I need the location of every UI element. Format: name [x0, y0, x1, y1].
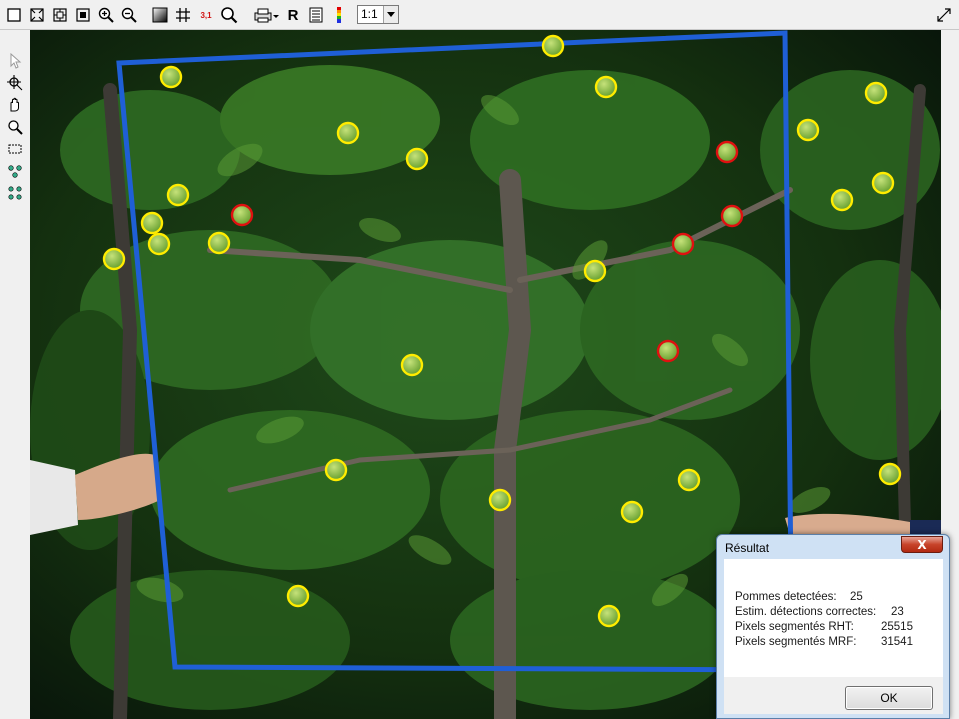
- result-row-mrf: Pixels segmentés MRF: 31541: [735, 636, 913, 648]
- apple-detection-correct: [871, 171, 895, 195]
- fit-page-icon[interactable]: [73, 5, 93, 25]
- apple-detection-correct: [583, 259, 607, 283]
- apple-detection-correct: [620, 500, 644, 524]
- result-label: Pommes detectées:: [735, 591, 837, 603]
- print-icon[interactable]: [252, 5, 280, 25]
- apple-detection-correct: [878, 462, 902, 486]
- pointer-icon[interactable]: [6, 52, 24, 70]
- multi-points-tool-icon[interactable]: [6, 184, 24, 202]
- apple-detection-correct: [166, 183, 190, 207]
- contrast-icon[interactable]: [150, 5, 170, 25]
- apple-detection-correct: [102, 247, 126, 271]
- apple-detection-correct: [488, 488, 512, 512]
- zoom-value: 1:1: [361, 7, 378, 21]
- apple-detection-correct: [677, 468, 701, 492]
- result-label: Estim. détections correctes:: [735, 606, 877, 618]
- zoom-select[interactable]: 1:1: [357, 5, 399, 24]
- toolbar: 3,1 R 1:1: [0, 0, 959, 30]
- grid-icon[interactable]: [173, 5, 193, 25]
- ok-button[interactable]: OK: [845, 686, 933, 710]
- apple-detection-correct: [147, 232, 171, 256]
- apple-detection-correct: [594, 75, 618, 99]
- zoom-out-icon[interactable]: [119, 5, 139, 25]
- close-button[interactable]: X: [901, 536, 943, 553]
- fit-to-window-icon[interactable]: [27, 5, 47, 25]
- result-label: Pixels segmentés RHT:: [735, 621, 854, 633]
- apple-detection-correct: [597, 604, 621, 628]
- apple-detection-incorrect: [230, 203, 254, 227]
- rectangle-select-icon[interactable]: [6, 140, 24, 158]
- result-label: Pixels segmentés MRF:: [735, 636, 857, 648]
- hand-pan-icon[interactable]: [6, 96, 24, 114]
- dialog-title: Résultat: [725, 541, 770, 555]
- value-readout-icon[interactable]: 3,1: [196, 5, 216, 25]
- result-dialog: Résultat X Pommes detectées: 25 Estim. d…: [716, 534, 950, 719]
- apple-detection-correct: [140, 211, 164, 235]
- resize-corner-icon[interactable]: [934, 5, 954, 25]
- apple-detection-correct: [405, 147, 429, 171]
- apple-detection-correct: [324, 458, 348, 482]
- zoom-in-icon[interactable]: [96, 5, 116, 25]
- actual-size-icon[interactable]: [50, 5, 70, 25]
- close-icon: X: [917, 537, 927, 552]
- r-icon[interactable]: R: [283, 5, 303, 25]
- apple-detection-correct: [864, 81, 888, 105]
- dialog-footer: OK: [724, 677, 943, 714]
- result-value: 31541: [881, 636, 913, 648]
- value-readout-label: 3,1: [200, 10, 212, 20]
- magnifier-icon[interactable]: [219, 5, 239, 25]
- apple-detection-correct: [400, 353, 424, 377]
- result-row-rht: Pixels segmentés RHT: 25515: [735, 621, 913, 633]
- apple-detection-correct: [286, 584, 310, 608]
- apple-detection-correct: [796, 118, 820, 142]
- tool-sidebar: [0, 30, 30, 719]
- apple-detection-correct: [830, 188, 854, 212]
- apple-detection-correct: [207, 231, 231, 255]
- result-value: 25: [850, 591, 863, 603]
- apple-detection-correct: [336, 121, 360, 145]
- apple-detection-incorrect: [671, 232, 695, 256]
- select-rect-icon[interactable]: [4, 5, 24, 25]
- points-tool-icon[interactable]: [6, 162, 24, 180]
- result-row-detected: Pommes detectées: 25: [735, 591, 863, 603]
- chevron-down-icon[interactable]: [383, 6, 398, 23]
- result-value: 23: [891, 606, 904, 618]
- result-value: 25515: [881, 621, 913, 633]
- apple-detection-correct: [159, 65, 183, 89]
- color-scale-icon[interactable]: [329, 5, 349, 25]
- r-label: R: [287, 6, 299, 24]
- apple-detection-incorrect: [715, 140, 739, 164]
- crosshair-zoom-icon[interactable]: [6, 74, 24, 92]
- image-analysis-window: 3,1 R 1:1 Résultat X Pommes detectées: 2…: [0, 0, 959, 719]
- zoom-tool-icon[interactable]: [6, 118, 24, 136]
- dialog-body: Pommes detectées: 25 Estim. détections c…: [724, 559, 943, 714]
- apple-detection-incorrect: [720, 204, 744, 228]
- apple-detection-incorrect: [656, 339, 680, 363]
- result-row-correct: Estim. détections correctes: 23: [735, 606, 904, 618]
- apple-detection-correct: [541, 34, 565, 58]
- list-icon[interactable]: [306, 5, 326, 25]
